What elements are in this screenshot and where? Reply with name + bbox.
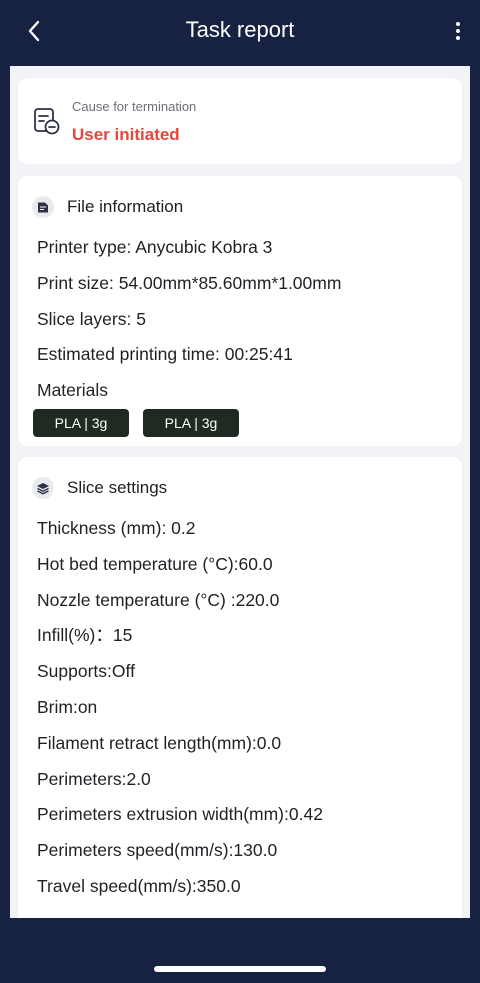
file-information-card: File information Printer type: Anycubic … <box>18 176 462 446</box>
estimated-time-row: Estimated printing time: 00:25:41 <box>37 344 293 365</box>
hot-bed-temperature-row: Hot bed temperature (°C):60.0 <box>37 553 273 574</box>
termination-card: Cause for termination User initiated <box>18 78 462 164</box>
document-minus-icon <box>34 108 60 135</box>
slice-settings-title: Slice settings <box>67 478 168 497</box>
more-dot-icon <box>456 36 460 40</box>
filament-retract-row: Filament retract length(mm):0.0 <box>37 732 282 753</box>
printer-type-row: Printer type: Anycubic Kobra 3 <box>37 237 273 257</box>
file-information-header: File information <box>32 196 183 218</box>
print-size-row: Print size: 54.00mm*85.60mm*1.00mm <box>37 272 342 293</box>
material-chip: PLA | 3g <box>143 408 239 437</box>
supports-row: Supports:Off <box>37 661 135 682</box>
more-dot-icon <box>456 29 460 33</box>
perimeters-speed-row: Perimeters speed(mm/s):130.0 <box>37 840 278 861</box>
travel-speed-row: Travel speed(mm/s):350.0 <box>37 875 241 896</box>
termination-label: Cause for termination <box>72 99 197 114</box>
more-options-button[interactable] <box>448 16 468 46</box>
infill-row: Infill(%)：15 <box>37 625 133 646</box>
top-bar: Task report <box>0 0 480 66</box>
slice-layers-row: Slice layers: 5 <box>37 308 146 329</box>
more-dot-icon <box>456 22 460 26</box>
report-content[interactable]: Cause for termination User initiated Fil… <box>10 66 470 918</box>
layers-icon <box>32 477 54 499</box>
perimeters-width-row: Perimeters extrusion width(mm):0.42 <box>37 804 323 825</box>
file-information-title: File information <box>67 197 184 216</box>
thickness-row: Thickness (mm): 0.2 <box>37 518 196 538</box>
materials-label: Materials <box>37 380 108 401</box>
brim-row: Brim:on <box>37 696 98 717</box>
home-indicator[interactable] <box>154 966 326 972</box>
file-information-list: Printer type: Anycubic Kobra 3 Print siz… <box>33 230 452 437</box>
slice-settings-header: Slice settings <box>32 477 167 499</box>
page-title: Task report <box>185 17 295 42</box>
materials-chips: PLA | 3g PLA | 3g <box>33 408 452 437</box>
termination-value: User initiated <box>72 125 180 144</box>
document-icon <box>32 196 54 218</box>
nozzle-temperature-row: Nozzle temperature (°C) :220.0 <box>37 589 280 610</box>
slice-settings-card: Slice settings Thickness (mm): 0.2 Hot b… <box>18 457 462 918</box>
perimeters-row: Perimeters:2.0 <box>37 768 151 789</box>
material-chip: PLA | 3g <box>33 408 129 437</box>
slice-settings-list: Thickness (mm): 0.2 Hot bed temperature … <box>37 511 452 905</box>
